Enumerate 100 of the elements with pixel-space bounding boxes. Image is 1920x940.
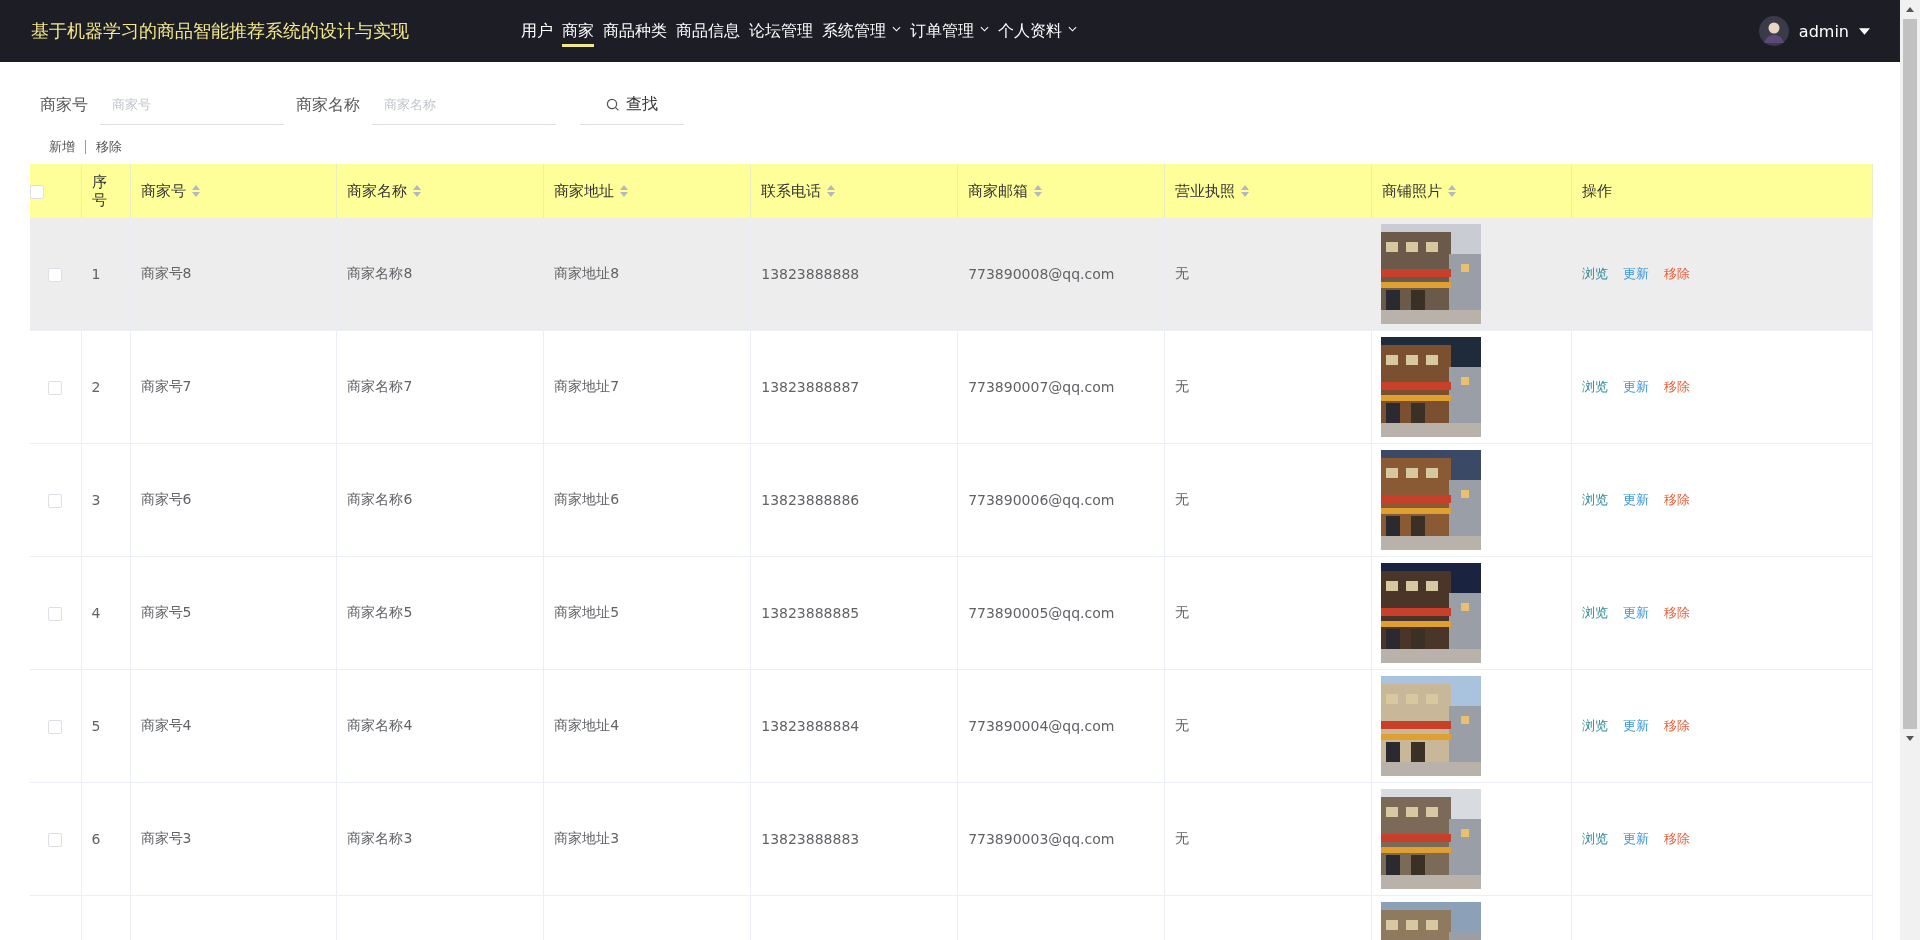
field-label: 商家号 xyxy=(40,94,88,116)
sort-icon[interactable] xyxy=(413,185,422,197)
action-link[interactable]: 浏览 xyxy=(1582,379,1608,394)
table-cell: 773890006@qq.com xyxy=(968,492,1115,508)
action-link[interactable]: 移除 xyxy=(1664,492,1690,507)
column-header: 操作 xyxy=(1582,181,1612,201)
table-cell: 商家号7 xyxy=(140,378,192,394)
sort-icon[interactable] xyxy=(1241,185,1250,197)
action-link[interactable]: 更新 xyxy=(1623,718,1649,733)
action-link[interactable]: 移除 xyxy=(1664,379,1690,394)
column-header: 联系电话 xyxy=(761,181,822,201)
row-checkbox[interactable] xyxy=(48,494,63,508)
table-cell: 4 xyxy=(91,605,101,621)
scroll-up-icon[interactable] xyxy=(1906,7,1914,12)
row-checkbox[interactable] xyxy=(48,381,63,395)
user-name[interactable]: admin xyxy=(1798,21,1849,41)
action-link[interactable]: 浏览 xyxy=(1582,718,1608,733)
nav-item[interactable]: 个人资料 xyxy=(998,0,1077,62)
table-cell: 商家名称8 xyxy=(347,265,413,281)
table-cell: 13823888887 xyxy=(761,379,860,395)
row-checkbox[interactable] xyxy=(48,607,63,621)
table-cell: 13823888883 xyxy=(761,831,860,847)
table-cell: 商家号8 xyxy=(140,265,192,281)
sort-icon[interactable] xyxy=(191,185,200,197)
table-cell: 773890004@qq.com xyxy=(968,718,1115,734)
table-cell: 无 xyxy=(1175,491,1190,507)
column-header: 商家号 xyxy=(140,181,186,201)
column-header: 商铺照片 xyxy=(1382,181,1442,201)
nav-item[interactable]: 系统管理 xyxy=(822,0,901,62)
action-link[interactable]: 更新 xyxy=(1623,266,1649,281)
table-cell: 3 xyxy=(91,492,101,508)
caret-icon[interactable] xyxy=(1859,27,1870,35)
chevron-down-icon xyxy=(892,25,901,32)
table-cell: 商家名称6 xyxy=(347,491,413,507)
action-link[interactable]: 浏览 xyxy=(1582,831,1608,846)
column-header: 商家名称 xyxy=(347,181,408,201)
search-icon xyxy=(606,97,620,112)
table-cell: 773890005@qq.com xyxy=(968,605,1115,621)
action-link[interactable]: 浏览 xyxy=(1582,266,1608,281)
table-cell: 商家名称4 xyxy=(347,717,413,733)
table-cell: 773890008@qq.com xyxy=(968,266,1115,282)
scrollbar[interactable] xyxy=(1900,0,1920,940)
table-cell: 2 xyxy=(91,379,101,395)
action-link[interactable]: 浏览 xyxy=(1582,492,1608,507)
nav-item[interactable]: 商品种类 xyxy=(603,0,667,62)
action-link[interactable]: 更新 xyxy=(1623,831,1649,846)
table-cell: 13823888888 xyxy=(761,266,860,282)
row-checkbox[interactable] xyxy=(48,720,63,734)
nav-item[interactable]: 论坛管理 xyxy=(749,0,813,62)
avatar-icon[interactable] xyxy=(1758,16,1789,46)
action-link[interactable]: 更新 xyxy=(1623,492,1649,507)
table-cell: 13823888884 xyxy=(761,718,860,734)
table-cell: 商家地址5 xyxy=(554,604,620,620)
column-header: 营业执照 xyxy=(1175,181,1236,201)
table-cell: 商家号6 xyxy=(140,491,192,507)
table-cell: 1 xyxy=(91,266,101,282)
table-cell: 商家名称7 xyxy=(347,378,413,394)
table-cell: 无 xyxy=(1175,604,1190,620)
toolbar-link[interactable]: 新增 xyxy=(49,138,75,156)
nav-item[interactable]: 用户 xyxy=(521,0,553,62)
toolbar-link[interactable]: 移除 xyxy=(96,138,122,156)
sort-icon[interactable] xyxy=(1034,185,1043,197)
sort-icon[interactable] xyxy=(620,185,629,197)
table-cell: 773890003@qq.com xyxy=(968,831,1115,847)
table-cell: 无 xyxy=(1175,717,1190,733)
row-checkbox[interactable] xyxy=(48,833,63,847)
chevron-down-icon xyxy=(1068,25,1077,32)
table-cell: 商家号4 xyxy=(140,717,192,733)
row-checkbox[interactable] xyxy=(48,268,63,282)
chevron-down-icon xyxy=(980,25,989,32)
action-link[interactable]: 移除 xyxy=(1664,831,1690,846)
action-link[interactable]: 移除 xyxy=(1664,266,1690,281)
nav-item[interactable]: 订单管理 xyxy=(910,0,989,62)
scroll-down-icon[interactable] xyxy=(1906,736,1914,741)
sort-icon[interactable] xyxy=(827,185,836,197)
table-cell: 商家地址6 xyxy=(554,491,620,507)
scrollbar-thumb[interactable] xyxy=(1903,19,1917,729)
action-link[interactable]: 移除 xyxy=(1664,605,1690,620)
table-cell: 商家名称3 xyxy=(347,830,413,846)
table-cell: 无 xyxy=(1175,378,1190,394)
nav-item[interactable]: 商品信息 xyxy=(676,0,740,62)
select-all-checkbox[interactable] xyxy=(30,184,44,199)
table-cell: 13823888885 xyxy=(761,605,860,621)
action-link[interactable]: 移除 xyxy=(1664,718,1690,733)
table-cell: 商家号3 xyxy=(140,830,192,846)
table-cell: 无 xyxy=(1175,830,1190,846)
action-link[interactable]: 浏览 xyxy=(1582,605,1608,620)
table-cell: 5 xyxy=(91,718,101,734)
table-cell: 13823888886 xyxy=(761,492,860,508)
table-cell: 无 xyxy=(1175,265,1190,281)
action-link[interactable]: 更新 xyxy=(1623,379,1649,394)
sort-icon[interactable] xyxy=(1448,185,1456,197)
table-cell: 商家地址7 xyxy=(554,378,620,394)
action-link[interactable]: 更新 xyxy=(1623,605,1649,620)
table-cell: 商家地址8 xyxy=(554,265,620,281)
system-title: 基于机器学习的商品智能推荐系统的设计与实现 xyxy=(31,19,410,43)
column-header: 序号 xyxy=(91,173,108,209)
table-cell: 商家号5 xyxy=(140,604,192,620)
table-cell: 商家名称5 xyxy=(347,604,413,620)
field-label: 商家名称 xyxy=(296,94,360,116)
